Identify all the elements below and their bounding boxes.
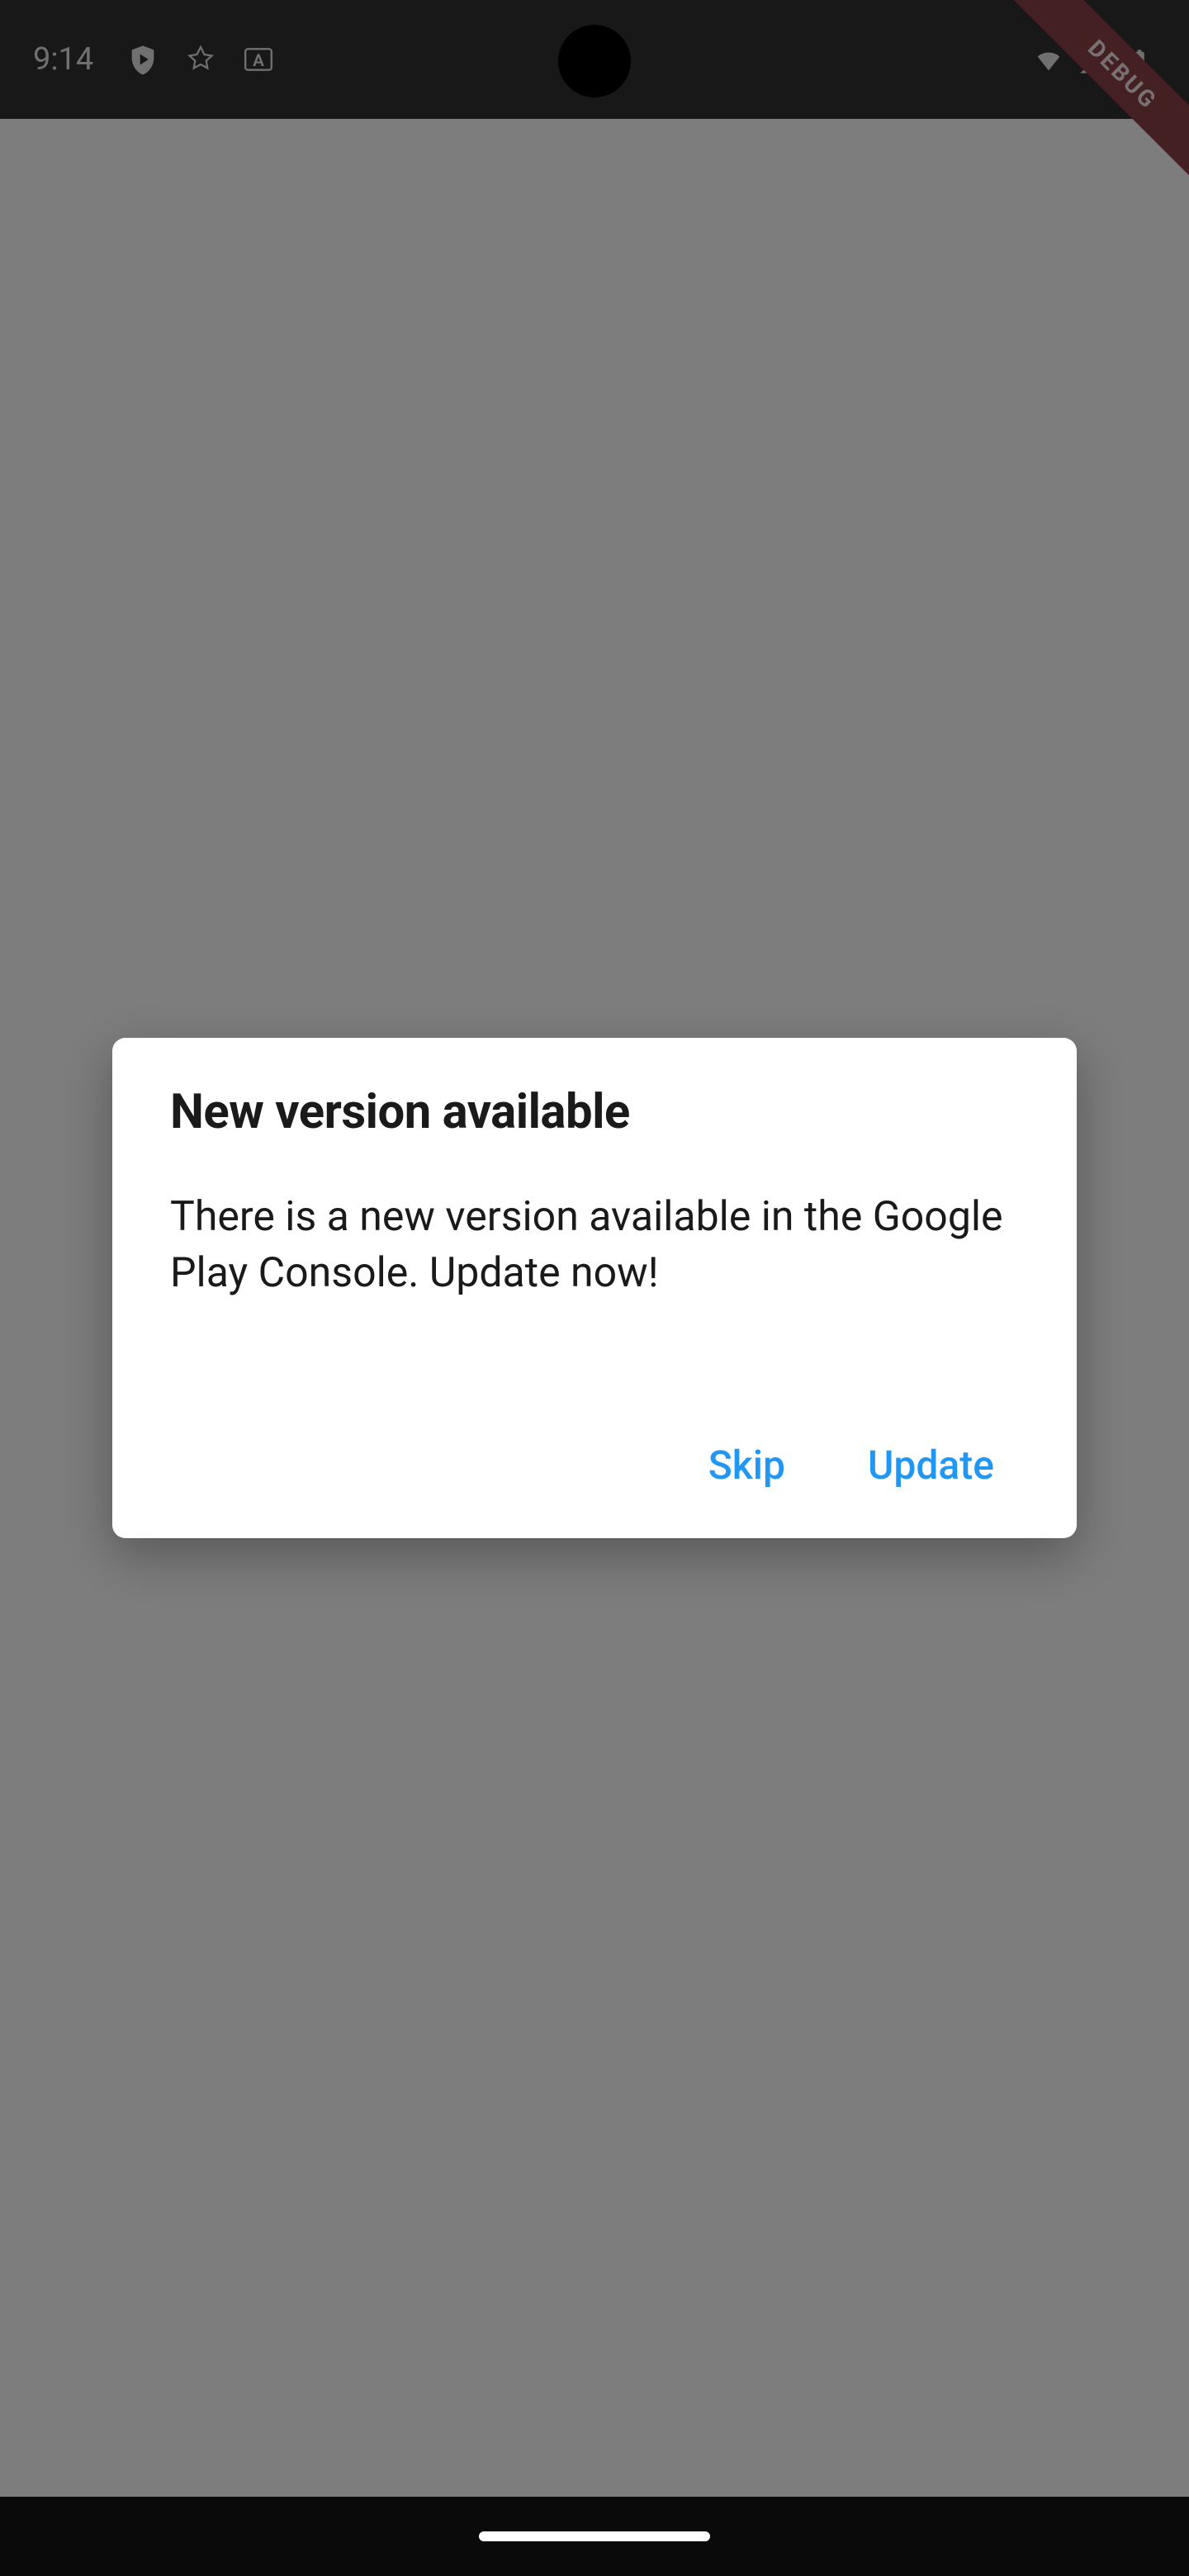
navigation-bar [0,2497,1189,2576]
skip-button[interactable]: Skip [700,1425,793,1505]
dialog-message: There is a new version available in the … [170,1190,1019,1301]
modal-overlay: New version available There is a new ver… [0,0,1189,2576]
dialog-actions: Skip Update [170,1425,1019,1505]
update-button[interactable]: Update [860,1425,1002,1505]
navigation-pill[interactable] [479,2531,710,2541]
dialog-title: New version available [170,1084,1019,1140]
update-dialog: New version available There is a new ver… [112,1038,1077,1538]
